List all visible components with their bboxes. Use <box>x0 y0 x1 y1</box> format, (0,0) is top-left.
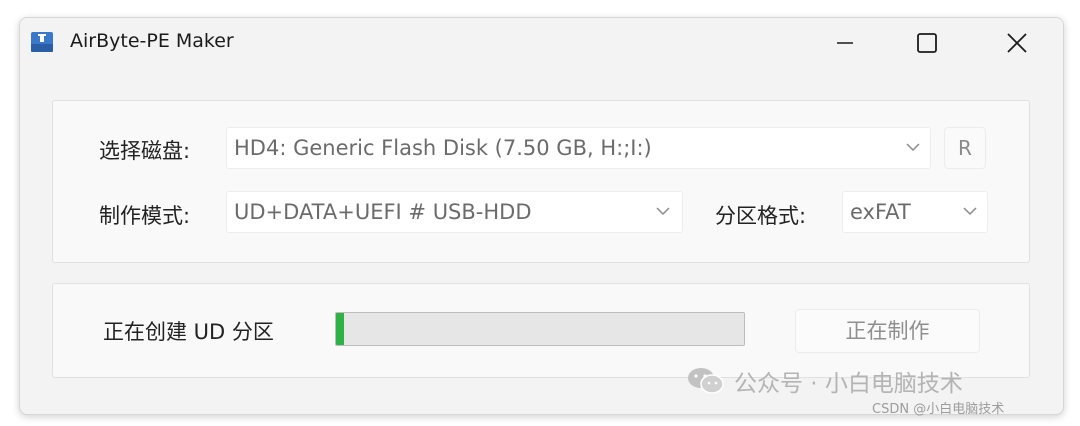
start-button[interactable]: 正在制作 <box>795 309 980 353</box>
progress-bar <box>335 312 745 346</box>
format-label: 分区格式: <box>715 204 807 228</box>
chevron-down-icon <box>906 143 920 152</box>
watermark-credit: CSDN @小白电脑技术 <box>872 402 1005 417</box>
chevron-down-icon <box>656 207 670 216</box>
maximize-icon <box>917 33 937 53</box>
disk-select[interactable]: HD4: Generic Flash Disk (7.50 GB, H:;I:) <box>226 127 931 169</box>
minimize-icon <box>837 42 853 44</box>
close-icon <box>1007 33 1027 53</box>
window-title: AirByte-PE Maker <box>70 30 234 52</box>
mode-select-value: UD+DATA+UEFI # USB-HDD <box>234 200 532 224</box>
progress-bar-fill <box>336 313 345 345</box>
mode-select[interactable]: UD+DATA+UEFI # USB-HDD <box>226 191 683 233</box>
format-select[interactable]: exFAT <box>842 191 988 233</box>
refresh-button[interactable]: R <box>944 127 986 169</box>
watermark-channel-text: 公众号 · 小白电脑技术 <box>734 371 963 397</box>
disk-label: 选择磁盘: <box>99 139 191 163</box>
progress-status-text: 正在创建 UD 分区 <box>103 320 274 344</box>
close-button[interactable] <box>972 18 1062 68</box>
settings-group: 选择磁盘: HD4: Generic Flash Disk (7.50 GB, … <box>52 100 1030 263</box>
usb-drive-icon <box>31 32 53 52</box>
chevron-down-icon <box>963 207 977 216</box>
format-select-value: exFAT <box>850 200 911 224</box>
watermark-channel: 公众号 · 小白电脑技术 <box>686 364 963 398</box>
disk-select-value: HD4: Generic Flash Disk (7.50 GB, H:;I:) <box>234 136 652 160</box>
maximize-button[interactable] <box>882 18 972 68</box>
minimize-button[interactable] <box>800 18 890 68</box>
wechat-icon <box>688 368 724 394</box>
mode-label: 制作模式: <box>99 204 191 228</box>
title-bar[interactable]: AirByte-PE Maker <box>20 18 1063 68</box>
app-window: AirByte-PE Maker 选择磁盘: HD4: Generic Flas… <box>19 17 1064 415</box>
